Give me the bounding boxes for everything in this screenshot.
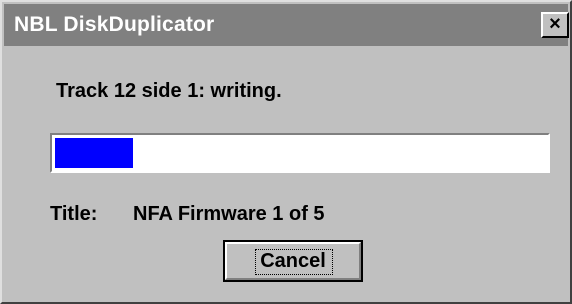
status-message: Track 12 side 1: writing. [56, 80, 282, 102]
disk-duplicator-dialog: NBL DiskDuplicator × Track 12 side 1: wr… [0, 0, 572, 304]
disk-title-label: Title: [50, 203, 98, 225]
progress-bar-fill [55, 138, 133, 168]
cancel-button-label: Cancel [260, 250, 326, 272]
window-title: NBL DiskDuplicator [14, 13, 215, 36]
disk-title-value: NFA Firmware 1 of 5 [133, 203, 325, 225]
close-icon: × [549, 13, 561, 35]
cancel-button-face[interactable]: Cancel [225, 242, 361, 280]
cancel-button[interactable]: Cancel [223, 240, 363, 282]
title-bar[interactable]: NBL DiskDuplicator × [4, 4, 569, 46]
progress-bar [50, 133, 550, 173]
close-button[interactable]: × [541, 12, 569, 38]
